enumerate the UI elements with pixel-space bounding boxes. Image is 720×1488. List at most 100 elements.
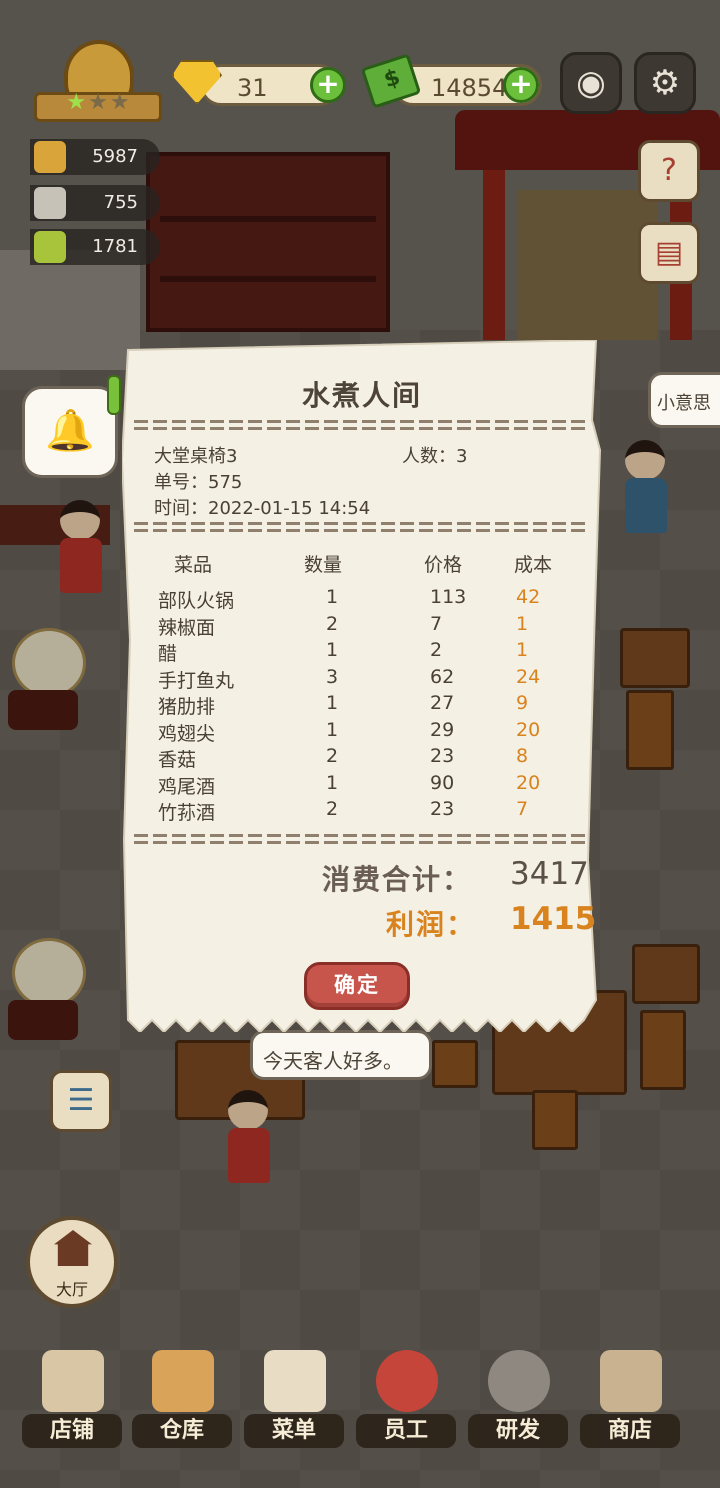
item-dish: 醋 bbox=[158, 643, 178, 665]
bell-icon: 🔔 bbox=[45, 408, 95, 454]
header-qty: 数量 bbox=[304, 554, 343, 576]
item-dish: 竹荪酒 bbox=[158, 802, 216, 824]
divider bbox=[134, 522, 590, 534]
profit-value: 1415 bbox=[510, 901, 597, 937]
gear-icon: ⚙ bbox=[649, 63, 681, 103]
star-icon: ★ bbox=[66, 90, 89, 115]
clipboard-menu-icon bbox=[264, 1350, 326, 1412]
item-price: 7 bbox=[430, 612, 443, 635]
item-price: 29 bbox=[430, 718, 455, 741]
profit-label: 利润： bbox=[386, 908, 477, 941]
item-dish: 猪肋排 bbox=[158, 696, 216, 718]
nav-label: 菜单 bbox=[244, 1414, 344, 1448]
item-qty: 2 bbox=[326, 745, 339, 767]
exclamation-icon bbox=[107, 375, 121, 415]
item-cost: 42 bbox=[516, 586, 541, 608]
item-price: 27 bbox=[430, 692, 455, 714]
shop-icon bbox=[600, 1350, 662, 1412]
item-price: 23 bbox=[430, 745, 455, 767]
nav-label: 商店 bbox=[580, 1414, 680, 1448]
item-cost: 9 bbox=[516, 692, 529, 714]
item-price: 113 bbox=[430, 586, 467, 608]
rank-badge[interactable]: ★★★ bbox=[34, 40, 162, 126]
stat-icon bbox=[34, 141, 66, 173]
item-price: 62 bbox=[430, 665, 455, 688]
item-dish: 香菇 bbox=[158, 749, 197, 771]
nav-store[interactable]: 店铺 bbox=[16, 1340, 128, 1455]
customer-speech-bubble: 小意思 bbox=[648, 372, 720, 428]
item-qty: 1 bbox=[326, 771, 339, 794]
item-price: 2 bbox=[430, 639, 443, 661]
stat-value: 755 bbox=[103, 192, 138, 213]
item-cost: 20 bbox=[516, 718, 541, 741]
total-label: 消费合计： bbox=[322, 863, 473, 896]
ingredient-icon bbox=[34, 231, 66, 263]
nav-research[interactable]: 研发 bbox=[462, 1340, 574, 1455]
star-icon: ★ bbox=[88, 90, 110, 115]
item-cost: 8 bbox=[516, 745, 529, 767]
camera-icon: ◉ bbox=[576, 63, 606, 103]
gems-value: 31 bbox=[237, 74, 268, 102]
bell-notification-bubble[interactable]: 🔔 bbox=[22, 375, 121, 478]
recipe-book-button[interactable]: ▤ bbox=[638, 222, 700, 284]
item-cost: 1 bbox=[516, 639, 529, 661]
recipe-book-icon: ▤ bbox=[654, 235, 684, 270]
item-dish: 鸡尾酒 bbox=[158, 775, 216, 798]
item-qty: 1 bbox=[326, 692, 339, 714]
add-money-button[interactable]: + bbox=[503, 67, 539, 103]
order-number: 单号：575 bbox=[154, 472, 243, 493]
cloche-icon bbox=[34, 187, 66, 219]
confirm-button[interactable]: 确定 bbox=[304, 962, 410, 1010]
header-price: 价格 bbox=[424, 554, 463, 576]
total-value: 3417 bbox=[510, 856, 589, 892]
nav-menu[interactable]: 菜单 bbox=[238, 1340, 350, 1455]
clipboard-icon: ☰ bbox=[67, 1083, 95, 1118]
item-qty: 1 bbox=[326, 718, 339, 741]
item-qty: 1 bbox=[326, 586, 339, 608]
item-dish: 鸡翅尖 bbox=[158, 722, 216, 745]
storefront-icon bbox=[42, 1350, 104, 1412]
rank-stars: ★★★ bbox=[62, 90, 136, 115]
guide-book-button[interactable]: ? bbox=[638, 140, 700, 202]
nav-label: 员工 bbox=[356, 1414, 456, 1448]
bottom-nav: 店铺 仓库 菜单 员工 研发 商店 bbox=[0, 1340, 720, 1488]
chef-icon bbox=[376, 1350, 438, 1412]
hall-button[interactable]: 大厅 bbox=[26, 1216, 118, 1308]
item-dish: 手打鱼丸 bbox=[158, 669, 235, 692]
guest-count: 人数：3 bbox=[402, 446, 468, 467]
receipt-dialog: 水煮人间 大堂桌椅3 人数：3 单号：575 时间：2022-01-15 14:… bbox=[122, 340, 602, 1032]
item-cost: 24 bbox=[516, 665, 541, 688]
orders-clipboard-button[interactable]: ☰ bbox=[50, 1070, 112, 1132]
boxes-icon bbox=[152, 1350, 214, 1412]
item-price: 23 bbox=[430, 798, 455, 820]
star-icon: ★ bbox=[109, 90, 132, 115]
money-value: 14854 bbox=[431, 74, 508, 102]
restaurant-name: 水煮人间 bbox=[301, 379, 422, 412]
header-cost: 成本 bbox=[514, 554, 553, 576]
item-price: 90 bbox=[430, 771, 455, 794]
nav-label: 研发 bbox=[468, 1414, 568, 1448]
camera-button[interactable]: ◉ bbox=[560, 52, 622, 114]
nav-label: 店铺 bbox=[22, 1414, 122, 1448]
stat-value: 5987 bbox=[92, 146, 138, 167]
item-qty: 3 bbox=[326, 665, 339, 688]
book-question-icon: ? bbox=[661, 153, 677, 188]
nav-warehouse[interactable]: 仓库 bbox=[126, 1340, 238, 1455]
hall-label: 大厅 bbox=[55, 1280, 88, 1299]
divider bbox=[134, 834, 590, 846]
nav-staff[interactable]: 员工 bbox=[350, 1340, 462, 1455]
staff-speech-bubble: 今天客人好多。 bbox=[250, 1030, 432, 1080]
nav-shop[interactable]: 商店 bbox=[574, 1340, 686, 1455]
item-dish: 部队火锅 bbox=[158, 590, 235, 612]
settings-button[interactable]: ⚙ bbox=[634, 52, 696, 114]
header-dish: 菜品 bbox=[174, 554, 213, 576]
item-qty: 1 bbox=[326, 639, 339, 661]
hall-icon bbox=[54, 1230, 92, 1266]
nav-label: 仓库 bbox=[132, 1414, 232, 1448]
wok-icon bbox=[488, 1350, 550, 1412]
add-gems-button[interactable]: + bbox=[310, 67, 346, 103]
stat-dishes: 755 bbox=[30, 185, 160, 221]
table-name: 大堂桌椅3 bbox=[154, 446, 238, 467]
stat-popularity: 5987 bbox=[30, 139, 160, 175]
stat-ingredients: 1781 bbox=[30, 229, 160, 265]
